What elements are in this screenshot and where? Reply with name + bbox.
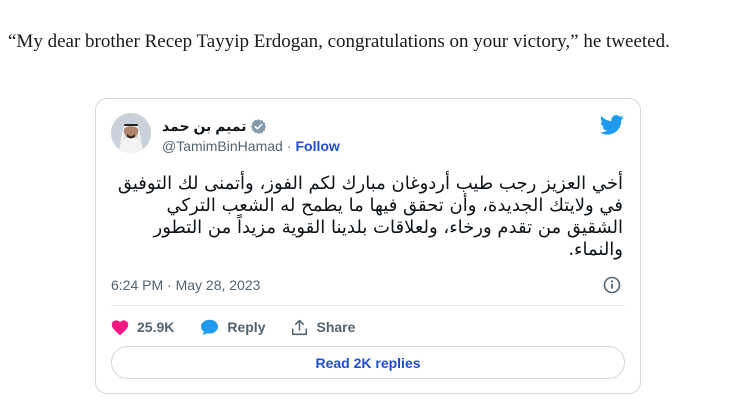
like-count: 25.9K bbox=[137, 319, 175, 335]
embedded-tweet[interactable]: تميم بن حمد @TamimBinHamad · Follow أخي … bbox=[95, 98, 641, 394]
tweet-actions: 25.9K Reply Share bbox=[111, 316, 381, 338]
article-paragraph: “My dear brother Recep Tayyip Erdogan, c… bbox=[8, 31, 670, 52]
reply-button[interactable]: Reply bbox=[200, 319, 265, 336]
share-label: Share bbox=[316, 319, 356, 335]
verified-badge-icon bbox=[250, 118, 267, 135]
avatar-portrait-icon bbox=[111, 113, 151, 153]
actions-divider bbox=[111, 305, 625, 306]
heart-icon bbox=[111, 319, 129, 335]
author-handle[interactable]: @TamimBinHamad bbox=[162, 138, 283, 154]
info-icon[interactable] bbox=[603, 276, 621, 294]
upload-arrow-icon bbox=[292, 319, 308, 335]
tweet-author: تميم بن حمد @TamimBinHamad · Follow bbox=[162, 116, 340, 155]
author-display-name[interactable]: تميم بن حمد bbox=[162, 118, 247, 135]
tweet-text: أخي العزيز رجب طيب أردوغان مبارك لكم الف… bbox=[117, 173, 623, 260]
twitter-bird-icon[interactable] bbox=[599, 115, 624, 135]
read-replies-button[interactable]: Read 2K replies bbox=[111, 346, 625, 379]
author-avatar[interactable] bbox=[111, 113, 151, 153]
separator-dot: · bbox=[286, 138, 292, 154]
tweet-timestamp[interactable]: 6:24 PM · May 28, 2023 bbox=[111, 277, 260, 293]
speech-bubble-icon bbox=[201, 319, 219, 335]
reply-label: Reply bbox=[227, 319, 266, 335]
like-button[interactable]: 25.9K bbox=[111, 319, 174, 336]
follow-link[interactable]: Follow bbox=[295, 138, 339, 154]
share-button[interactable]: Share bbox=[291, 319, 355, 336]
